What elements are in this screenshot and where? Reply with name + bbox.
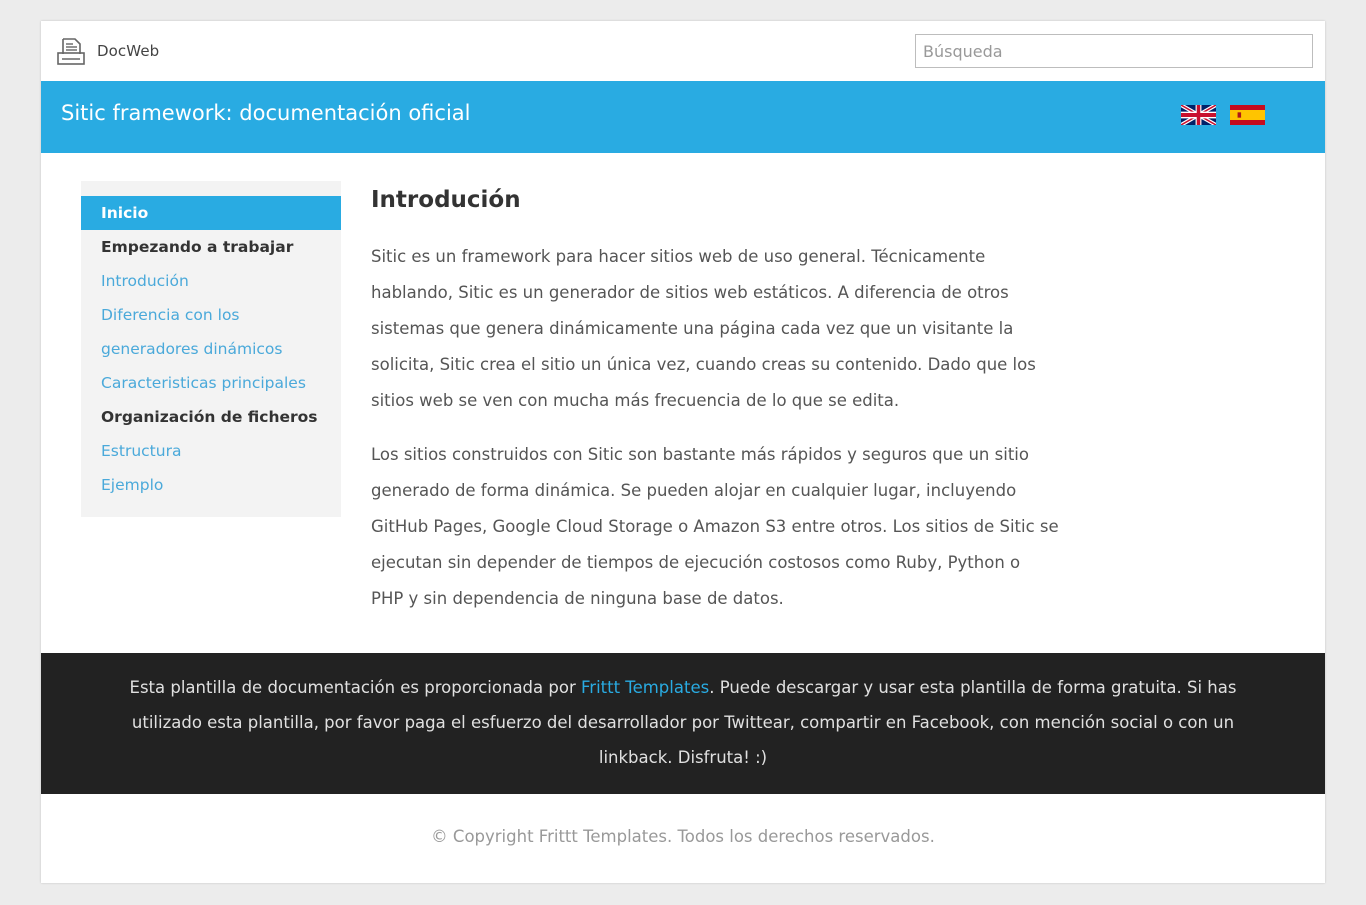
page-container: DocWeb Sitic framework: documentación of… xyxy=(41,21,1325,883)
paragraph-line: Sitic es un framework para hacer sitios … xyxy=(371,247,986,266)
sidebar-item-estructura[interactable]: Estructura xyxy=(81,434,341,468)
sidebar-item-inicio[interactable]: Inicio xyxy=(81,196,341,230)
copyright-text: © Copyright Frittt Templates. Todos los … xyxy=(431,827,935,846)
footer-text-before: Esta plantilla de documentación es propo… xyxy=(129,678,581,697)
sidebar-item-ejemplo[interactable]: Ejemplo xyxy=(81,468,341,502)
page-title: Sitic framework: documentación oficial xyxy=(61,101,471,125)
sidebar-section-organizacion: Organización de ficheros xyxy=(101,408,318,426)
paragraph-line: ejecutan sin depender de tiempos de ejec… xyxy=(371,553,1021,572)
frittt-templates-link[interactable]: Frittt Templates xyxy=(581,678,709,697)
footer-line: Esta plantilla de documentación es propo… xyxy=(101,670,1265,705)
sidebar-list: Inicio Empezando a trabajar Introdución … xyxy=(81,181,341,502)
footer-notice: Esta plantilla de documentación es propo… xyxy=(41,653,1325,794)
sidebar-item-diferencia[interactable]: Diferencia con los xyxy=(81,298,341,332)
paragraph-details: Los sitios construidos con Sitic son bas… xyxy=(371,437,1071,617)
footer-line: linkback. Disfruta! :) xyxy=(598,748,768,767)
sidebar-item-introducion[interactable]: Introdución xyxy=(81,264,341,298)
paragraph-line: hablando, Sitic es un generador de sitio… xyxy=(371,283,1009,302)
footer-text-after: . Puede descargar y usar esta plantilla … xyxy=(709,678,1237,697)
paragraph-line: Los sitios construidos con Sitic son bas… xyxy=(371,445,1029,464)
sidebar-section-empezando: Empezando a trabajar xyxy=(101,238,294,256)
sidebar-item-diferencia-cont[interactable]: generadores dinámicos xyxy=(81,332,341,366)
flag-uk-icon[interactable] xyxy=(1181,105,1216,125)
sidebar-item-caracteristicas[interactable]: Caracteristicas principales xyxy=(81,366,341,400)
printer-icon xyxy=(56,36,86,66)
paragraph-line: generado de forma dinámica. Se pueden al… xyxy=(371,481,1017,500)
paragraph-line: sitios web se ven con mucha más frecuenc… xyxy=(371,391,900,410)
sidebar: Inicio Empezando a trabajar Introdución … xyxy=(81,181,341,517)
brand[interactable]: DocWeb xyxy=(56,36,159,66)
paragraph-intro: Sitic es un framework para hacer sitios … xyxy=(371,239,1071,419)
language-switcher xyxy=(1181,105,1265,125)
paragraph-line: PHP y sin dependencia de ninguna base de… xyxy=(371,589,784,608)
footer-line: utilizado esta plantilla, por favor paga… xyxy=(131,713,1235,732)
top-bar: DocWeb xyxy=(41,21,1325,81)
flag-spain-icon[interactable] xyxy=(1230,105,1265,125)
footer-text: Esta plantilla de documentación es propo… xyxy=(101,670,1265,775)
section-heading: Introdución xyxy=(371,187,521,213)
brand-name: DocWeb xyxy=(97,42,160,60)
header-band: Sitic framework: documentación oficial xyxy=(41,81,1325,153)
search-input[interactable] xyxy=(915,34,1313,68)
paragraph-line: sistemas que genera dinámicamente una pá… xyxy=(371,319,1014,338)
paragraph-line: solicita, Sitic crea el sitio un única v… xyxy=(371,355,1036,374)
paragraph-line: GitHub Pages, Google Cloud Storage o Ama… xyxy=(371,517,1059,536)
